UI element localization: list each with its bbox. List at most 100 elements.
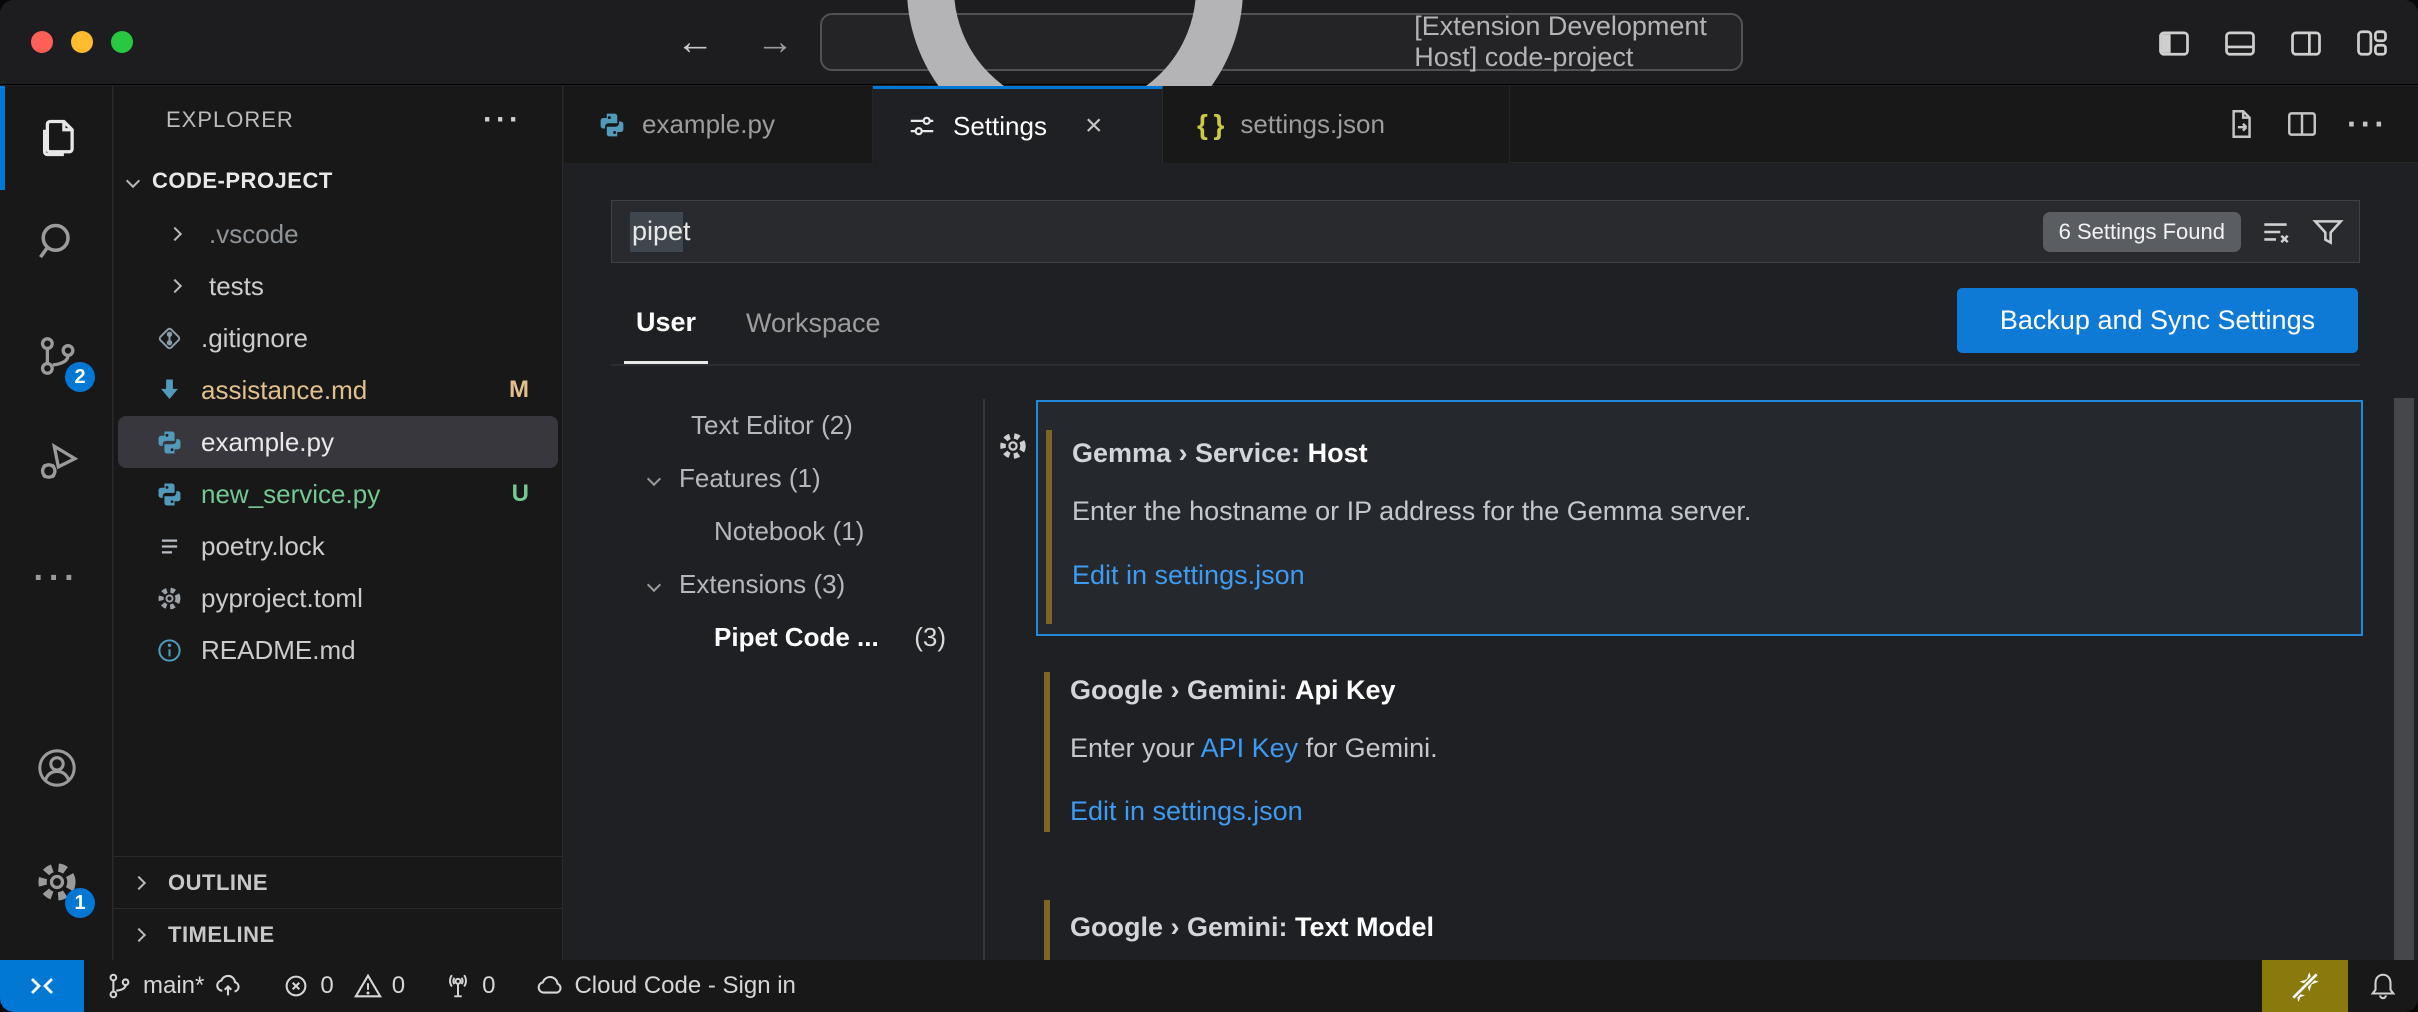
ports-count: 0	[482, 972, 495, 1000]
notifications-item[interactable]	[2348, 960, 2418, 1012]
toc-item-pipet-code[interactable]: Pipet Code ... (3)	[564, 611, 983, 664]
status-bar: main* 0 0 0 Cloud Code - Sign in	[0, 960, 2418, 1012]
search-text-tail: t	[683, 216, 691, 246]
results-count-badge: 6 Settings Found	[2043, 212, 2241, 252]
tree-item-new-service-py[interactable]: new_service.py U	[114, 468, 562, 520]
tree-root-code-project[interactable]: CODE-PROJECT	[114, 154, 562, 208]
spark-slash-icon	[2288, 969, 2322, 1003]
edit-in-settings-json-link[interactable]: Edit in settings.json	[1072, 560, 1305, 591]
bell-icon	[2368, 971, 2398, 1001]
clear-filters-icon[interactable]	[2259, 215, 2293, 249]
git-branch-icon	[104, 971, 134, 1001]
toc-item-text-editor[interactable]: Text Editor (2)	[564, 399, 983, 452]
chevron-down-icon	[126, 174, 140, 188]
settings-badge: 1	[65, 888, 95, 918]
sidebar-item-accounts[interactable]	[0, 716, 113, 820]
minimize-window-button[interactable]	[71, 31, 93, 53]
toc-item-features[interactable]: Features (1)	[564, 452, 983, 505]
close-tab-icon[interactable]: ×	[1085, 109, 1103, 143]
sidebar-item-explorer[interactable]	[0, 86, 113, 190]
customize-layout-icon[interactable]	[2354, 25, 2390, 61]
api-key-link[interactable]: API Key	[1201, 733, 1299, 763]
setting-row-gemini-text-model[interactable]: Google › Gemini: Text Model	[1036, 900, 2363, 960]
sidebar-item-more[interactable]: ···	[0, 526, 113, 630]
warnings-count: 0	[392, 972, 405, 1000]
navigate-forward-button[interactable]: →	[756, 21, 794, 64]
json-icon: { }	[1197, 109, 1224, 141]
explorer-actions-icon[interactable]: ···	[483, 103, 522, 137]
ports-status-item[interactable]: 0	[431, 960, 507, 1012]
tab-settings[interactable]: Settings ×	[873, 86, 1163, 163]
tree-item-readme-md[interactable]: README.md	[114, 624, 562, 676]
toggle-panel-icon[interactable]	[2222, 25, 2258, 61]
python-icon	[156, 429, 183, 456]
toggle-secondary-sidebar-icon[interactable]	[2288, 25, 2324, 61]
zoom-window-button[interactable]	[111, 31, 133, 53]
branch-status-item[interactable]: main*	[92, 960, 255, 1012]
toggle-primary-sidebar-icon[interactable]	[2156, 25, 2192, 61]
setting-title: Google › Gemini: Api Key	[1070, 675, 1396, 706]
chevron-right-icon	[132, 875, 146, 889]
sidebar-item-run-debug[interactable]	[0, 408, 113, 512]
editor-group: example.py Settings × { } settings.json …	[564, 86, 2418, 960]
tree-item-poetry-lock[interactable]: poetry.lock	[114, 520, 562, 572]
search-icon	[35, 220, 79, 264]
problems-status-item[interactable]: 0 0	[269, 960, 417, 1012]
setting-description: Enter the hostname or IP address for the…	[1072, 496, 1751, 527]
inline-suggestions-disabled-item[interactable]	[2262, 960, 2348, 1012]
tree-item-pyproject-toml[interactable]: pyproject.toml	[114, 572, 562, 624]
tree-item-assistance-md[interactable]: assistance.md M	[114, 364, 562, 416]
more-views-icon: ···	[34, 559, 80, 598]
setting-row-gemini-api-key[interactable]: Google › Gemini: Api Key Enter your API …	[1036, 658, 2363, 895]
settings-sliders-icon	[907, 111, 937, 141]
navigate-back-button[interactable]: ←	[676, 21, 714, 64]
sidebar-item-search[interactable]	[0, 190, 113, 294]
tab-settings-json[interactable]: { } settings.json	[1163, 86, 1510, 163]
branch-name: main*	[143, 972, 204, 1000]
source-control-badge: 2	[65, 362, 95, 392]
tree-item-tests[interactable]: tests	[114, 260, 562, 312]
modified-indicator	[1046, 430, 1052, 624]
scope-tab-user[interactable]: User	[624, 283, 708, 364]
close-window-button[interactable]	[31, 31, 53, 53]
remote-indicator[interactable]	[0, 960, 84, 1012]
tree-item-vscode[interactable]: .vscode	[114, 208, 562, 260]
outline-section-header[interactable]: OUTLINE	[114, 856, 562, 908]
setting-row-gemma-service-host[interactable]: Gemma › Service: Host Enter the hostname…	[1036, 400, 2363, 636]
more-actions-icon[interactable]: ···	[2347, 106, 2388, 143]
errors-count: 0	[320, 972, 333, 1000]
file-label: assistance.md	[201, 375, 367, 406]
open-settings-json-icon[interactable]	[2223, 107, 2257, 141]
setting-actions-gear-icon[interactable]	[997, 430, 1029, 462]
settings-scope-tabs: User Workspace Backup and Sync Settings	[611, 283, 2360, 366]
toc-item-notebook[interactable]: Notebook (1)	[564, 505, 983, 558]
sidebar-item-source-control[interactable]: 2	[0, 304, 113, 408]
split-editor-icon[interactable]	[2285, 107, 2319, 141]
root-folder-label: CODE-PROJECT	[152, 168, 333, 194]
markdown-download-icon	[156, 377, 183, 404]
python-icon	[156, 481, 183, 508]
tree-item-gitignore[interactable]: .gitignore	[114, 312, 562, 364]
vertical-scrollbar[interactable]	[2394, 398, 2414, 960]
file-label: example.py	[201, 427, 334, 458]
backup-sync-settings-button[interactable]: Backup and Sync Settings	[1957, 288, 2358, 353]
list-icon	[156, 533, 183, 560]
run-and-debug-icon	[35, 438, 79, 482]
edit-in-settings-json-link[interactable]: Edit in settings.json	[1070, 796, 1303, 827]
explorer-files-icon	[35, 116, 79, 160]
window-title: [Extension Development Host] code-projec…	[1414, 11, 1741, 73]
sidebar-item-settings[interactable]: 1	[0, 830, 113, 934]
command-center-search[interactable]: [Extension Development Host] code-projec…	[820, 13, 1743, 71]
gear-icon	[156, 585, 183, 612]
tab-example-py[interactable]: example.py	[564, 86, 873, 163]
settings-search-input[interactable]: pipet 6 Settings Found	[611, 200, 2360, 263]
filter-icon[interactable]	[2311, 215, 2345, 249]
scope-tab-workspace[interactable]: Workspace	[734, 283, 893, 364]
setting-title: Gemma › Service: Host	[1072, 438, 1368, 469]
file-label: poetry.lock	[201, 531, 325, 562]
tree-item-example-py[interactable]: example.py	[118, 416, 558, 468]
toc-item-extensions[interactable]: Extensions (3)	[564, 558, 983, 611]
timeline-section-header[interactable]: TIMELINE	[114, 908, 562, 960]
active-indicator	[0, 86, 5, 190]
cloud-code-status-item[interactable]: Cloud Code - Sign in	[523, 960, 807, 1012]
